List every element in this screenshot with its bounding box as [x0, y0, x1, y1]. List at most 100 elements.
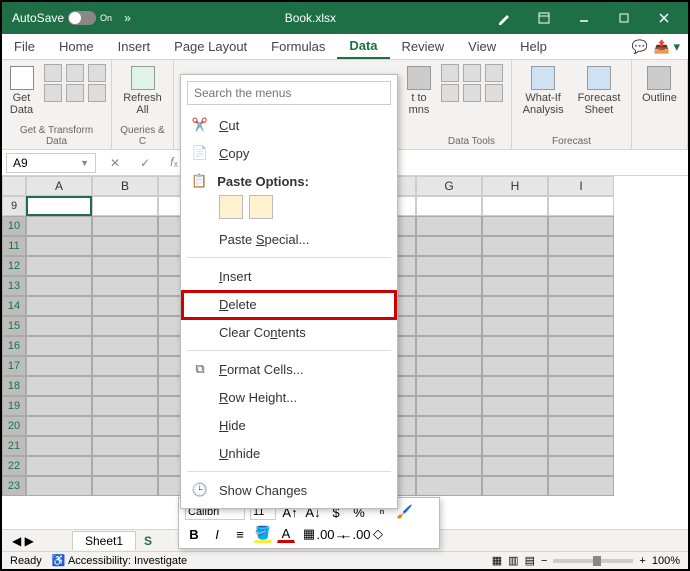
- cell[interactable]: [26, 296, 92, 316]
- cell[interactable]: [92, 336, 158, 356]
- cell[interactable]: [548, 216, 614, 236]
- cell[interactable]: [548, 236, 614, 256]
- format-painter-icon[interactable]: 🖌️: [396, 503, 414, 521]
- row-header[interactable]: 12: [2, 256, 26, 276]
- cell[interactable]: [482, 436, 548, 456]
- enter-icon[interactable]: ✓: [130, 156, 160, 170]
- row-header[interactable]: 19: [2, 396, 26, 416]
- sheet-nav-icons[interactable]: ◀ ▶: [12, 534, 34, 548]
- ctx-insert[interactable]: Insert: [181, 262, 397, 290]
- cell[interactable]: [26, 236, 92, 256]
- cell[interactable]: [26, 356, 92, 376]
- whatif-button[interactable]: What-If Analysis: [519, 64, 568, 118]
- tab-view[interactable]: View: [456, 34, 508, 59]
- tab-file[interactable]: File: [2, 34, 47, 59]
- cell[interactable]: [92, 276, 158, 296]
- ctx-unhide[interactable]: Unhide: [181, 439, 397, 467]
- cell[interactable]: [92, 236, 158, 256]
- borders-icon[interactable]: ▦: [300, 525, 318, 543]
- row-header[interactable]: 14: [2, 296, 26, 316]
- cell[interactable]: [416, 316, 482, 336]
- row-header[interactable]: 10: [2, 216, 26, 236]
- cell[interactable]: [482, 276, 548, 296]
- chevron-down-icon[interactable]: ▼: [80, 158, 89, 168]
- quick-access-more-icon[interactable]: »: [118, 11, 137, 25]
- cell[interactable]: [92, 456, 158, 476]
- transform-small-buttons[interactable]: [44, 64, 108, 102]
- cell[interactable]: [548, 336, 614, 356]
- cancel-icon[interactable]: ✕: [100, 156, 130, 170]
- get-data-button[interactable]: Get Data: [6, 64, 38, 118]
- cell[interactable]: [482, 236, 548, 256]
- view-normal-icon[interactable]: ▦: [492, 554, 502, 567]
- cell[interactable]: [92, 196, 158, 216]
- cell[interactable]: [26, 376, 92, 396]
- zoom-level[interactable]: 100%: [652, 555, 680, 567]
- menu-search-input[interactable]: [187, 81, 391, 105]
- zoom-in-icon[interactable]: +: [639, 555, 645, 567]
- cell[interactable]: [92, 356, 158, 376]
- ribbon-display-icon[interactable]: [524, 2, 564, 34]
- cell[interactable]: [26, 456, 92, 476]
- cell[interactable]: [482, 356, 548, 376]
- ctx-copy[interactable]: 📄 Copy: [181, 139, 397, 167]
- cell[interactable]: [26, 196, 92, 216]
- cell[interactable]: [26, 276, 92, 296]
- cell[interactable]: [416, 276, 482, 296]
- cell[interactable]: [416, 196, 482, 216]
- tab-formulas[interactable]: Formulas: [259, 34, 337, 59]
- name-box[interactable]: A9 ▼: [6, 153, 96, 173]
- cell[interactable]: [482, 396, 548, 416]
- font-color-icon[interactable]: A: [277, 525, 295, 543]
- ctx-row-height[interactable]: Row Height...: [181, 383, 397, 411]
- cell[interactable]: [482, 216, 548, 236]
- cell[interactable]: [548, 476, 614, 496]
- cell[interactable]: [416, 416, 482, 436]
- cell[interactable]: [416, 476, 482, 496]
- sheet-tab-1[interactable]: Sheet1: [72, 531, 136, 550]
- cell[interactable]: [416, 336, 482, 356]
- tab-insert[interactable]: Insert: [106, 34, 163, 59]
- share-icon[interactable]: 📤 ▾: [654, 39, 680, 55]
- tab-page-layout[interactable]: Page Layout: [162, 34, 259, 59]
- cell[interactable]: [482, 476, 548, 496]
- forecast-sheet-button[interactable]: Forecast Sheet: [574, 64, 625, 118]
- refresh-all-button[interactable]: Refresh All: [119, 64, 166, 118]
- cell[interactable]: [92, 256, 158, 276]
- cell[interactable]: [482, 416, 548, 436]
- cell[interactable]: [482, 196, 548, 216]
- outline-button[interactable]: Outline: [638, 64, 681, 106]
- ctx-hide[interactable]: Hide: [181, 411, 397, 439]
- cell[interactable]: [92, 316, 158, 336]
- cell[interactable]: [482, 456, 548, 476]
- cell[interactable]: [548, 356, 614, 376]
- cell[interactable]: [92, 216, 158, 236]
- row-header[interactable]: 18: [2, 376, 26, 396]
- ctx-cut[interactable]: ✂️ Cut: [181, 111, 397, 139]
- accessibility-status[interactable]: ♿ Accessibility: Investigate: [52, 554, 187, 567]
- italic-button[interactable]: I: [208, 525, 226, 543]
- cell[interactable]: [548, 276, 614, 296]
- tab-home[interactable]: Home: [47, 34, 106, 59]
- autosave-toggle[interactable]: AutoSave On: [6, 11, 118, 25]
- cell[interactable]: [548, 416, 614, 436]
- view-pagebreak-icon[interactable]: ▥: [508, 554, 518, 567]
- cell[interactable]: [26, 256, 92, 276]
- fill-color-icon[interactable]: 🪣: [254, 525, 272, 543]
- cell[interactable]: [26, 216, 92, 236]
- bold-button[interactable]: B: [185, 525, 203, 543]
- cell[interactable]: [416, 376, 482, 396]
- row-header[interactable]: 15: [2, 316, 26, 336]
- pen-icon[interactable]: [484, 2, 524, 34]
- tab-data[interactable]: Data: [337, 34, 389, 59]
- row-header[interactable]: 23: [2, 476, 26, 496]
- cell[interactable]: [416, 256, 482, 276]
- cell[interactable]: [548, 376, 614, 396]
- close-icon[interactable]: [644, 2, 684, 34]
- paste-option-1[interactable]: [219, 195, 243, 219]
- minimize-icon[interactable]: [564, 2, 604, 34]
- cell[interactable]: [26, 396, 92, 416]
- cell[interactable]: [548, 456, 614, 476]
- toggle-switch[interactable]: [68, 11, 96, 25]
- cell[interactable]: [416, 456, 482, 476]
